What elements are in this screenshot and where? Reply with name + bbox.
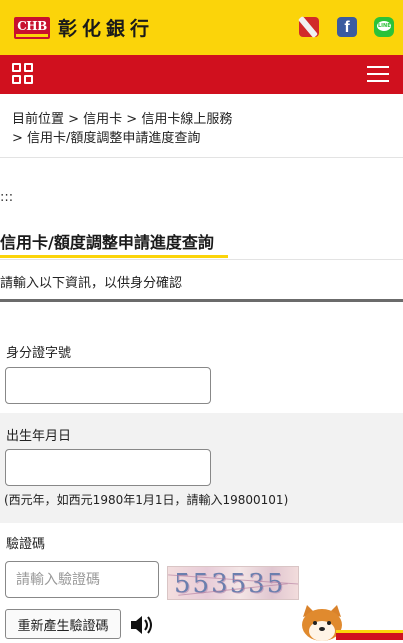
breadcrumb-line-2[interactable]: > 信用卡/額度調整申請進度查詢 [12,127,200,146]
skip-link[interactable]: ::: [0,190,13,205]
hamburger-icon[interactable] [367,66,389,82]
captcha-code: 553535 [174,569,286,599]
bank-name: 彰化銀行 [58,18,155,40]
mascot-ribbon [336,630,403,640]
divider [0,157,403,158]
id-number-input[interactable] [5,367,211,404]
page-title: 信用卡/額度調整申請進度查詢 [0,233,214,252]
intro-text: 請輸入以下資訊，以供身分確認 [0,276,183,291]
line-icon[interactable] [374,17,394,37]
grid-icon[interactable] [12,63,34,85]
captcha-image: 553535 [167,566,299,600]
birth-hint: (西元年，如西元1980年1月1日，請輸入19800101) [4,493,289,507]
birth-date-input[interactable] [5,449,211,486]
section-divider [0,299,403,302]
captcha-input[interactable] [5,561,159,598]
bank-logo[interactable]: CHB 彰化銀行 [14,14,154,41]
regenerate-captcha-button[interactable]: 重新產生驗證碼 [5,609,121,639]
captcha-label: 驗證碼 [6,537,46,552]
chb-logo-mark: CHB [14,16,50,39]
title-underline [0,255,228,258]
nav-bar [0,55,403,94]
logo-abbr: CHB [17,18,47,33]
divider [0,259,403,260]
instagram-icon[interactable] [299,17,319,37]
speaker-icon[interactable] [129,612,155,638]
birth-label: 出生年月日 [6,429,72,444]
breadcrumb-line-1[interactable]: 目前位置 > 信用卡 > 信用卡線上服務 [12,108,232,127]
facebook-icon[interactable]: f [337,17,357,37]
top-header: CHB 彰化銀行 f [0,0,403,55]
id-label: 身分證字號 [6,346,72,361]
